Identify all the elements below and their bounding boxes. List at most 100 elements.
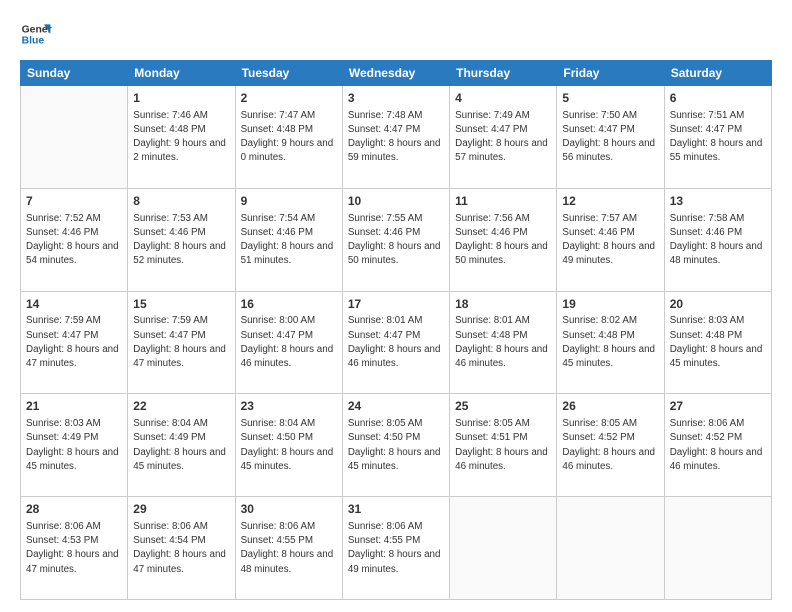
day-info: Sunrise: 8:04 AM Sunset: 4:49 PM Dayligh… — [133, 417, 229, 474]
svg-text:Blue: Blue — [22, 36, 45, 47]
calendar-cell: 27 Sunrise: 8:06 AM Sunset: 4:52 PM Dayli… — [664, 394, 771, 497]
day-info: Sunrise: 7:53 AM Sunset: 4:46 PM Dayligh… — [133, 212, 229, 269]
calendar-cell — [557, 497, 664, 600]
day-number: 7 — [26, 193, 122, 210]
calendar-cell — [450, 497, 557, 600]
day-info: Sunrise: 8:01 AM Sunset: 4:47 PM Dayligh… — [348, 314, 444, 371]
day-info: Sunrise: 8:01 AM Sunset: 4:48 PM Dayligh… — [455, 314, 551, 371]
calendar-cell: 2 Sunrise: 7:47 AM Sunset: 4:48 PM Daylig… — [235, 86, 342, 189]
day-number: 22 — [133, 398, 229, 415]
calendar-cell: 8 Sunrise: 7:53 AM Sunset: 4:46 PM Daylig… — [128, 188, 235, 291]
calendar-cell: 31Sunrise: 8:06 AM Sunset: 4:55 PM Dayli… — [342, 497, 449, 600]
day-number: 3 — [348, 90, 444, 107]
day-info: Sunrise: 8:06 AM Sunset: 4:55 PM Dayligh… — [241, 520, 337, 577]
calendar-cell: 13 Sunrise: 7:58 AM Sunset: 4:46 PM Dayli… — [664, 188, 771, 291]
day-info: Sunrise: 7:47 AM Sunset: 4:48 PM Dayligh… — [241, 109, 337, 166]
day-info: Sunrise: 7:55 AM Sunset: 4:46 PM Dayligh… — [348, 212, 444, 269]
logo: General Blue — [20, 18, 52, 50]
day-number: 2 — [241, 90, 337, 107]
day-info: Sunrise: 8:06 AM Sunset: 4:53 PM Dayligh… — [26, 520, 122, 577]
day-number: 19 — [562, 296, 658, 313]
calendar-cell: 4Sunrise: 7:49 AM Sunset: 4:47 PM Daylig… — [450, 86, 557, 189]
calendar-week-5: 28 Sunrise: 8:06 AM Sunset: 4:53 PM Dayli… — [21, 497, 772, 600]
day-number: 9 — [241, 193, 337, 210]
calendar-cell: 7 Sunrise: 7:52 AM Sunset: 4:46 PM Daylig… — [21, 188, 128, 291]
day-info: Sunrise: 7:59 AM Sunset: 4:47 PM Dayligh… — [133, 314, 229, 371]
day-number: 26 — [562, 398, 658, 415]
day-number: 28 — [26, 501, 122, 518]
calendar-week-2: 7 Sunrise: 7:52 AM Sunset: 4:46 PM Daylig… — [21, 188, 772, 291]
calendar-cell: 14Sunrise: 7:59 AM Sunset: 4:47 PM Dayli… — [21, 291, 128, 394]
day-info: Sunrise: 8:05 AM Sunset: 4:50 PM Dayligh… — [348, 417, 444, 474]
day-number: 15 — [133, 296, 229, 313]
day-number: 24 — [348, 398, 444, 415]
calendar-week-1: 1 Sunrise: 7:46 AM Sunset: 4:48 PM Daylig… — [21, 86, 772, 189]
calendar-cell: 15Sunrise: 7:59 AM Sunset: 4:47 PM Dayli… — [128, 291, 235, 394]
day-number: 18 — [455, 296, 551, 313]
day-number: 4 — [455, 90, 551, 107]
day-number: 1 — [133, 90, 229, 107]
day-number: 13 — [670, 193, 766, 210]
calendar-week-3: 14Sunrise: 7:59 AM Sunset: 4:47 PM Dayli… — [21, 291, 772, 394]
day-info: Sunrise: 7:54 AM Sunset: 4:46 PM Dayligh… — [241, 212, 337, 269]
day-number: 16 — [241, 296, 337, 313]
day-info: Sunrise: 8:05 AM Sunset: 4:52 PM Dayligh… — [562, 417, 658, 474]
day-number: 5 — [562, 90, 658, 107]
day-info: Sunrise: 8:05 AM Sunset: 4:51 PM Dayligh… — [455, 417, 551, 474]
day-info: Sunrise: 8:00 AM Sunset: 4:47 PM Dayligh… — [241, 314, 337, 371]
weekday-header-friday: Friday — [557, 61, 664, 86]
day-number: 20 — [670, 296, 766, 313]
day-info: Sunrise: 8:06 AM Sunset: 4:52 PM Dayligh… — [670, 417, 766, 474]
calendar-cell — [664, 497, 771, 600]
day-info: Sunrise: 8:06 AM Sunset: 4:54 PM Dayligh… — [133, 520, 229, 577]
day-info: Sunrise: 7:59 AM Sunset: 4:47 PM Dayligh… — [26, 314, 122, 371]
day-info: Sunrise: 7:56 AM Sunset: 4:46 PM Dayligh… — [455, 212, 551, 269]
weekday-header-thursday: Thursday — [450, 61, 557, 86]
day-info: Sunrise: 7:46 AM Sunset: 4:48 PM Dayligh… — [133, 109, 229, 166]
weekday-header-monday: Monday — [128, 61, 235, 86]
day-number: 27 — [670, 398, 766, 415]
calendar-cell — [21, 86, 128, 189]
day-number: 30 — [241, 501, 337, 518]
day-info: Sunrise: 7:50 AM Sunset: 4:47 PM Dayligh… — [562, 109, 658, 166]
day-number: 23 — [241, 398, 337, 415]
calendar-week-4: 21 Sunrise: 8:03 AM Sunset: 4:49 PM Dayli… — [21, 394, 772, 497]
day-info: Sunrise: 8:06 AM Sunset: 4:55 PM Dayligh… — [348, 520, 444, 577]
calendar-cell: 19Sunrise: 8:02 AM Sunset: 4:48 PM Dayli… — [557, 291, 664, 394]
calendar-cell: 16Sunrise: 8:00 AM Sunset: 4:47 PM Dayli… — [235, 291, 342, 394]
day-info: Sunrise: 7:52 AM Sunset: 4:46 PM Dayligh… — [26, 212, 122, 269]
day-number: 12 — [562, 193, 658, 210]
calendar-cell: 22 Sunrise: 8:04 AM Sunset: 4:49 PM Dayli… — [128, 394, 235, 497]
calendar-cell: 24 Sunrise: 8:05 AM Sunset: 4:50 PM Dayli… — [342, 394, 449, 497]
calendar-cell: 17Sunrise: 8:01 AM Sunset: 4:47 PM Dayli… — [342, 291, 449, 394]
weekday-header-sunday: Sunday — [21, 61, 128, 86]
day-number: 14 — [26, 296, 122, 313]
day-info: Sunrise: 8:02 AM Sunset: 4:48 PM Dayligh… — [562, 314, 658, 371]
calendar-cell: 23 Sunrise: 8:04 AM Sunset: 4:50 PM Dayli… — [235, 394, 342, 497]
day-number: 6 — [670, 90, 766, 107]
day-info: Sunrise: 8:04 AM Sunset: 4:50 PM Dayligh… — [241, 417, 337, 474]
day-info: Sunrise: 7:58 AM Sunset: 4:46 PM Dayligh… — [670, 212, 766, 269]
weekday-header-saturday: Saturday — [664, 61, 771, 86]
calendar-cell: 25Sunrise: 8:05 AM Sunset: 4:51 PM Dayli… — [450, 394, 557, 497]
day-number: 17 — [348, 296, 444, 313]
weekday-header-tuesday: Tuesday — [235, 61, 342, 86]
calendar-cell: 26 Sunrise: 8:05 AM Sunset: 4:52 PM Dayli… — [557, 394, 664, 497]
calendar-cell: 9 Sunrise: 7:54 AM Sunset: 4:46 PM Daylig… — [235, 188, 342, 291]
day-info: Sunrise: 8:03 AM Sunset: 4:49 PM Dayligh… — [26, 417, 122, 474]
calendar-cell: 10Sunrise: 7:55 AM Sunset: 4:46 PM Dayli… — [342, 188, 449, 291]
calendar-cell: 6 Sunrise: 7:51 AM Sunset: 4:47 PM Daylig… — [664, 86, 771, 189]
day-info: Sunrise: 7:51 AM Sunset: 4:47 PM Dayligh… — [670, 109, 766, 166]
day-number: 29 — [133, 501, 229, 518]
calendar-cell: 29 Sunrise: 8:06 AM Sunset: 4:54 PM Dayli… — [128, 497, 235, 600]
weekday-header-wednesday: Wednesday — [342, 61, 449, 86]
weekday-header-row: SundayMondayTuesdayWednesdayThursdayFrid… — [21, 61, 772, 86]
calendar-cell: 3Sunrise: 7:48 AM Sunset: 4:47 PM Daylig… — [342, 86, 449, 189]
day-number: 8 — [133, 193, 229, 210]
day-number: 21 — [26, 398, 122, 415]
page: General Blue SundayMondayTuesdayWednesda… — [0, 0, 792, 612]
calendar-cell: 30 Sunrise: 8:06 AM Sunset: 4:55 PM Dayli… — [235, 497, 342, 600]
day-number: 11 — [455, 193, 551, 210]
calendar-cell: 18Sunrise: 8:01 AM Sunset: 4:48 PM Dayli… — [450, 291, 557, 394]
calendar-cell: 1 Sunrise: 7:46 AM Sunset: 4:48 PM Daylig… — [128, 86, 235, 189]
